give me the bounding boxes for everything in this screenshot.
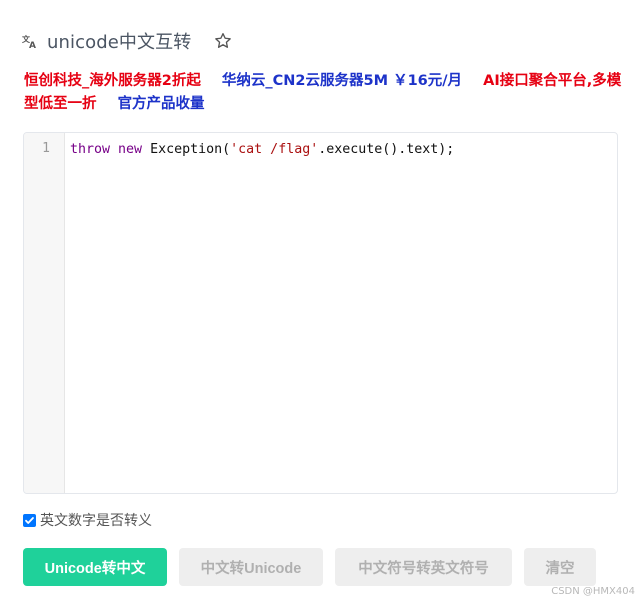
code-string: 'cat /flag' (230, 142, 319, 157)
code-keyword: throw (70, 142, 111, 157)
escape-checkbox[interactable] (23, 513, 36, 527)
escape-option[interactable]: 英文数字是否转义 (23, 510, 152, 530)
line-number: 1 (42, 141, 50, 156)
code-text: .execute().text); (318, 142, 455, 157)
star-outline-icon[interactable] (213, 31, 233, 51)
page-title: unicode中文互转 (47, 32, 192, 53)
line-number-gutter: 1 (24, 133, 65, 493)
ad-banner: 恒创科技_海外服务器2折起 华纳云_CN2云服务器5M ￥16元/月 AI接口聚… (24, 70, 624, 116)
chinese-to-unicode-button[interactable]: 中文转Unicode (179, 548, 323, 586)
code-keyword: new (118, 142, 143, 157)
code-input[interactable]: throw new Exception('cat /flag'.execute(… (70, 141, 609, 485)
checkmark-icon (25, 516, 34, 524)
action-buttons: Unicode转中文 中文转Unicode 中文符号转英文符号 清空 (23, 548, 608, 586)
tool-header: 文 A unicode中文互转 (22, 27, 233, 55)
ad-link[interactable]: 官方产品收量 (118, 96, 205, 112)
page: 文 A unicode中文互转 恒创科技_海外服务器2折起 华纳云_CN2云服务… (0, 0, 643, 603)
svg-text:A: A (29, 41, 36, 49)
escape-checkbox-label: 英文数字是否转义 (40, 513, 152, 529)
ad-link[interactable]: 恒创科技_海外服务器2折起 (24, 73, 201, 89)
clear-button[interactable]: 清空 (524, 548, 596, 586)
translate-icon: 文 A (22, 33, 38, 49)
unicode-to-chinese-button[interactable]: Unicode转中文 (23, 548, 167, 586)
cn-punct-to-en-button[interactable]: 中文符号转英文符号 (335, 548, 512, 586)
code-editor[interactable]: 1 throw new Exception('cat /flag'.execut… (23, 132, 618, 494)
code-identifier: Exception( (150, 142, 231, 157)
watermark: CSDN @HMX404 (551, 586, 635, 597)
ad-link[interactable]: 华纳云_CN2云服务器5M ￥16元/月 (222, 73, 462, 89)
